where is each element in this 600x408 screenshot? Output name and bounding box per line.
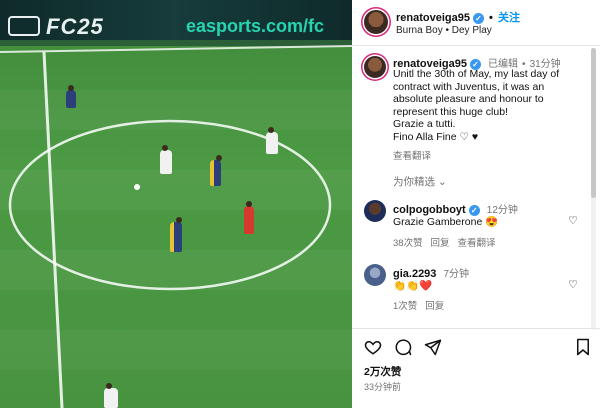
header-username-text[interactable]: renatoveiga95 [396,12,470,24]
player-away [210,155,222,186]
paper-plane-icon[interactable] [424,338,442,356]
pitch-markings [0,45,352,408]
comment-header: colpogobboyt ✓ 12分钟 [393,201,518,216]
comment-text: Grazie Gamberone 😍 [393,216,499,228]
caption-line: Grazie a tutti. [393,118,456,130]
comment-reply-link[interactable]: 回复 [425,301,444,312]
post-header: renatoveiga95 ✓ • 关注 Burna Boy • Dey Play [352,0,600,46]
heart-outline-icon[interactable] [364,338,382,356]
post-timestamp: 33分钟前 [364,382,402,392]
bookmark-icon[interactable] [574,338,592,356]
comments-scrollbar[interactable] [591,48,596,330]
player-away [170,217,182,252]
scrollbar-thumb[interactable] [591,48,596,198]
comment-like-heart-icon[interactable]: ♡ [568,278,578,291]
avatar[interactable] [364,264,386,286]
player-referee [244,201,254,234]
post-caption: Unitl the 30th of May, my last day of co… [393,68,583,143]
post-side-panel: renatoveiga95 ✓ • 关注 Burna Boy • Dey Play… [352,0,600,408]
player-home [104,383,118,408]
comment-actions: 38次赞 回复 查看翻译 [393,235,495,249]
ball [134,184,140,190]
comment-likes-count[interactable]: 38次赞 [393,238,423,249]
avatar[interactable] [364,200,386,222]
caption-line: Unitl the 30th of May, my last day of [393,68,560,80]
comment-bubble-icon[interactable] [394,338,412,356]
comment-likes-count[interactable]: 1次赞 [393,301,417,312]
verified-badge-icon: ✓ [472,12,484,24]
header-username[interactable]: renatoveiga95 ✓ • 关注 [396,9,520,25]
player-away [66,85,76,108]
post-likes-count[interactable]: 2万次赞 [364,364,401,379]
chevron-down-icon: ⌄ [437,176,447,188]
comment-reply-link[interactable]: 回复 [431,238,450,249]
avatar[interactable] [364,56,386,78]
comment-filter-dropdown[interactable]: 为你精选 ⌄ [393,174,447,189]
comment-actions: 1次赞 回复 [393,298,444,312]
player-home [160,145,172,174]
follow-button[interactable]: 关注 [498,12,520,24]
comment-like-heart-icon[interactable]: ♡ [568,214,578,227]
comment-text: 👏👏❤️ [393,280,433,292]
comment-filter-label: 为你精选 [393,176,435,188]
caption-line: Fino Alla Fine ♡ ♥ [393,130,479,143]
caption-line: contract with Juventus, it was an [393,80,545,93]
song-label[interactable]: Burna Boy • Dey Play [396,25,492,36]
player-home [266,127,278,154]
comment-header: gia.2293 7分钟 [393,265,469,280]
caption-line: absolute pleasure and honour to [393,93,544,105]
caption-translate-link[interactable]: 查看翻译 [393,148,431,162]
post-media-video[interactable]: FC25 easports.com/fc [0,0,352,408]
caption-line: represent this huge club! [393,105,508,118]
avatar[interactable] [364,10,388,34]
comment-age: 7分钟 [443,269,470,280]
follow-separator: • [489,12,493,24]
verified-badge-icon: ✓ [468,204,480,216]
comment-translate-link[interactable]: 查看翻译 [457,238,495,249]
